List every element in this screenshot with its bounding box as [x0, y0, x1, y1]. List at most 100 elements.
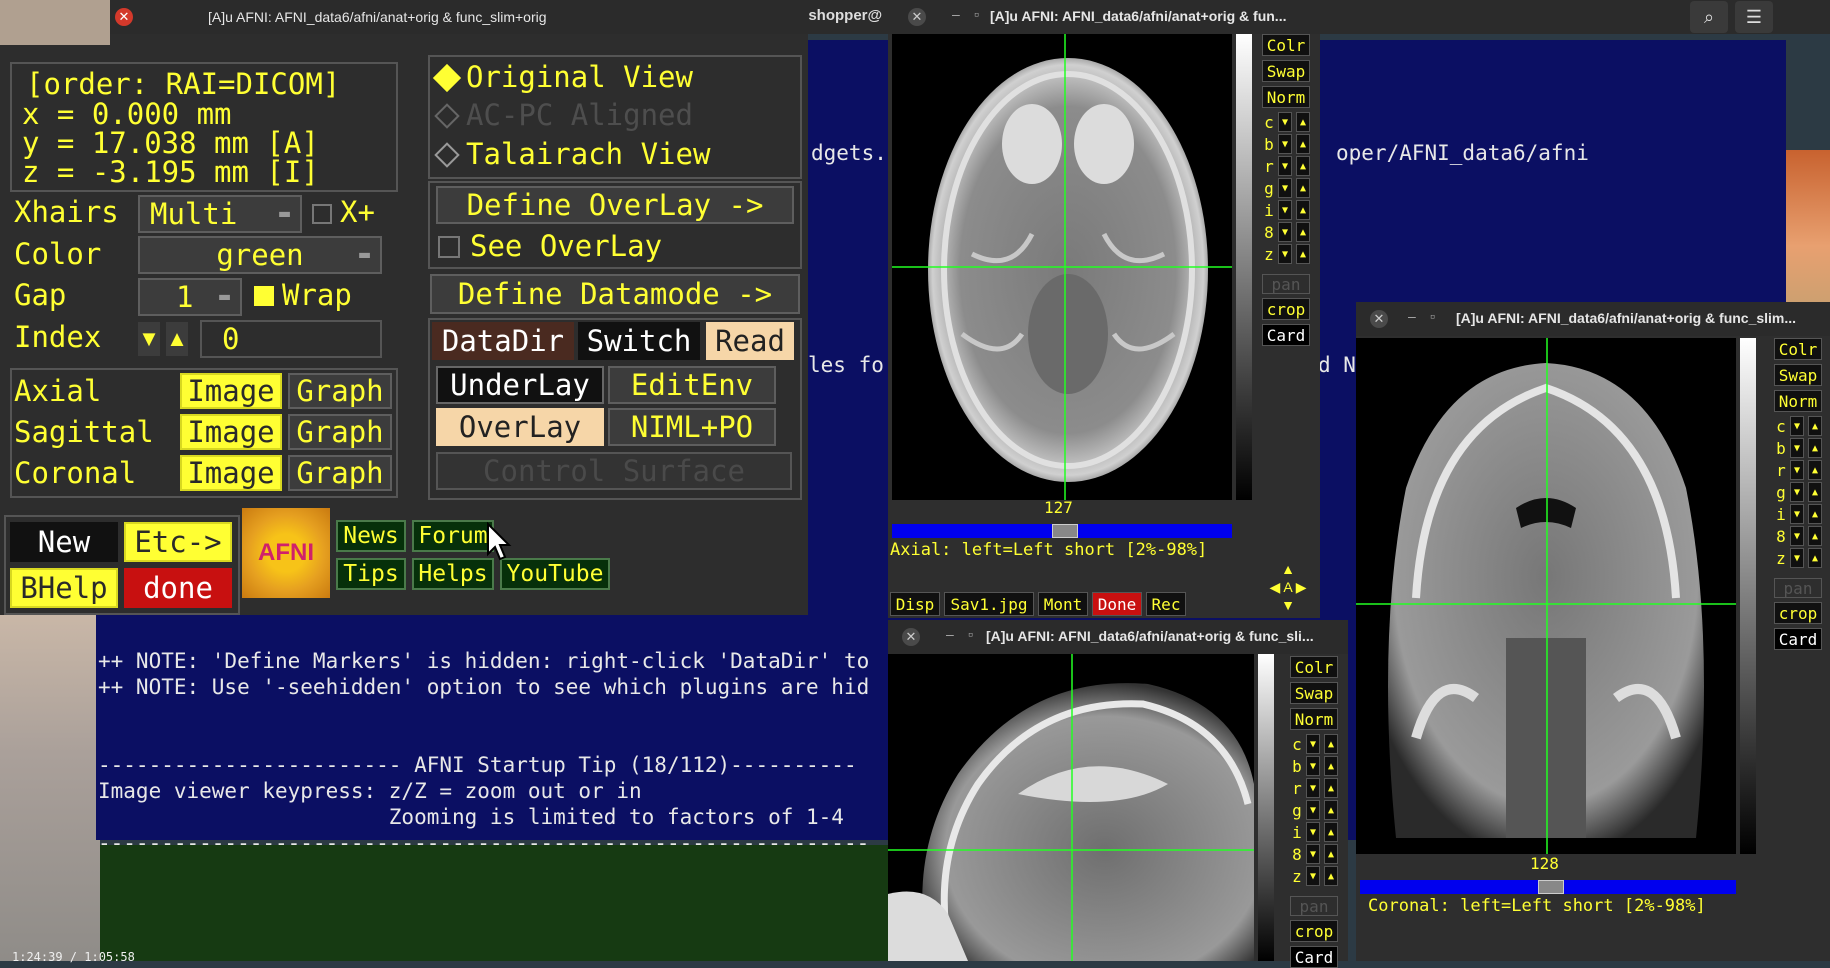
afni-logo[interactable]: AFNI: [242, 508, 330, 598]
sagittal-up-arrow-icon-i[interactable]: ▲: [1324, 822, 1338, 842]
coronal-down-arrow-icon-g[interactable]: ▼: [1790, 482, 1804, 502]
sagittal-up-arrow-icon-z[interactable]: ▲: [1324, 866, 1338, 886]
coronal-swap-button[interactable]: Swap: [1774, 364, 1822, 386]
coronal-up-arrow-icon-r[interactable]: ▲: [1808, 460, 1822, 480]
axial-down-arrow-icon-c[interactable]: ▼: [1278, 112, 1292, 132]
coronal-label-g[interactable]: g: [1774, 482, 1788, 502]
sagittal-label-g[interactable]: g: [1290, 800, 1304, 820]
slider-thumb-icon[interactable]: [1052, 524, 1078, 538]
helps-button[interactable]: Helps: [412, 558, 494, 590]
done-button-axial[interactable]: Done: [1092, 592, 1142, 616]
close-icon[interactable]: ✕: [1370, 310, 1388, 328]
sagittal-label-c[interactable]: c: [1290, 734, 1304, 754]
sagittal-up-arrow-icon-b[interactable]: ▲: [1324, 756, 1338, 776]
coronal-crop-button[interactable]: crop: [1774, 602, 1822, 624]
coronal-down-arrow-icon-b[interactable]: ▼: [1790, 438, 1804, 458]
axial-up-arrow-icon-r[interactable]: ▲: [1296, 156, 1310, 176]
coronal-down-arrow-icon-8[interactable]: ▼: [1790, 526, 1804, 546]
sagittal-image[interactable]: [888, 654, 1254, 961]
axial-down-arrow-icon-i[interactable]: ▼: [1278, 200, 1292, 220]
coronal-colr-button[interactable]: Colr: [1774, 338, 1822, 360]
coronal-up-arrow-icon-c[interactable]: ▲: [1808, 416, 1822, 436]
sagittal-graph-button[interactable]: Graph: [288, 414, 392, 450]
coronal-card-button[interactable]: Card: [1774, 628, 1822, 650]
bhelp-button[interactable]: BHelp: [10, 568, 118, 608]
sav1-button[interactable]: Sav1.jpg: [944, 592, 1034, 616]
sagittal-label-i[interactable]: i: [1290, 822, 1304, 842]
coronal-image-button[interactable]: Image: [180, 455, 282, 491]
coronal-norm-button[interactable]: Norm: [1774, 390, 1822, 412]
sagittal-label-r[interactable]: r: [1290, 778, 1304, 798]
axial-crop-button[interactable]: crop: [1262, 298, 1310, 320]
sagittal-down-arrow-icon-c[interactable]: ▼: [1306, 734, 1320, 754]
slider-thumb-icon[interactable]: [1538, 880, 1564, 894]
coronal-pan-button[interactable]: pan: [1774, 578, 1822, 598]
coronal-label-r[interactable]: r: [1774, 460, 1788, 480]
sagittal-down-arrow-icon-8[interactable]: ▼: [1306, 844, 1320, 864]
disp-button[interactable]: Disp: [890, 592, 940, 616]
sagittal-grayscale-bar[interactable]: [1258, 654, 1274, 961]
coronal-down-arrow-icon-r[interactable]: ▼: [1790, 460, 1804, 480]
axial-image[interactable]: [892, 34, 1232, 500]
minimize-icon[interactable]: –: [952, 6, 960, 22]
coronal-label-z[interactable]: z: [1774, 548, 1788, 568]
sagittal-up-arrow-icon-8[interactable]: ▲: [1324, 844, 1338, 864]
datadir-button[interactable]: DataDir: [432, 322, 574, 360]
forum-button[interactable]: Forum: [412, 520, 494, 552]
sagittal-up-arrow-icon-g[interactable]: ▲: [1324, 800, 1338, 820]
coronal-down-arrow-icon-z[interactable]: ▼: [1790, 548, 1804, 568]
axial-down-arrow-icon-r[interactable]: ▼: [1278, 156, 1292, 176]
see-overlay-checkbox[interactable]: [438, 236, 460, 258]
sagittal-down-arrow-icon-b[interactable]: ▼: [1306, 756, 1320, 776]
axial-label-b[interactable]: b: [1262, 134, 1276, 154]
axial-graph-button[interactable]: Graph: [288, 373, 392, 409]
sagittal-norm-button[interactable]: Norm: [1290, 708, 1338, 730]
axial-norm-button[interactable]: Norm: [1262, 86, 1310, 108]
coronal-up-arrow-icon-b[interactable]: ▲: [1808, 438, 1822, 458]
sagittal-label-z[interactable]: z: [1290, 866, 1304, 886]
editenv-button[interactable]: EditEnv: [608, 366, 776, 404]
menu-icon[interactable]: ☰: [1735, 1, 1773, 33]
axial-label-g[interactable]: g: [1262, 178, 1276, 198]
axial-image-button[interactable]: Image: [180, 373, 282, 409]
coronal-grayscale-bar[interactable]: [1740, 338, 1756, 854]
search-icon[interactable]: ⌕: [1690, 1, 1728, 33]
niml-po-button[interactable]: NIML+PO: [608, 408, 776, 446]
axial-up-arrow-icon-c[interactable]: ▲: [1296, 112, 1310, 132]
axial-down-arrow-icon-b[interactable]: ▼: [1278, 134, 1292, 154]
coronal-slice-slider[interactable]: [1360, 880, 1736, 894]
read-button[interactable]: Read: [706, 322, 794, 360]
axial-colr-button[interactable]: Colr: [1262, 34, 1310, 56]
mont-button[interactable]: Mont: [1038, 592, 1088, 616]
define-overlay-button[interactable]: Define OverLay ->: [436, 186, 794, 224]
axial-up-arrow-icon-i[interactable]: ▲: [1296, 200, 1310, 220]
sagittal-card-button[interactable]: Card: [1290, 946, 1338, 968]
sagittal-swap-button[interactable]: Swap: [1290, 682, 1338, 704]
axial-up-arrow-icon-8[interactable]: ▲: [1296, 222, 1310, 242]
switch-button[interactable]: Switch: [578, 322, 700, 360]
axial-up-arrow-icon-g[interactable]: ▲: [1296, 178, 1310, 198]
sagittal-down-arrow-icon-i[interactable]: ▼: [1306, 822, 1320, 842]
sagittal-image-button[interactable]: Image: [180, 414, 282, 450]
xhairs-menu[interactable]: Multi ▬: [138, 195, 302, 233]
overlay-button[interactable]: OverLay: [436, 408, 604, 446]
sagittal-label-8[interactable]: 8: [1290, 844, 1304, 864]
sagittal-crop-button[interactable]: crop: [1290, 920, 1338, 942]
pan-arrows-icon[interactable]: ▲ ◀ A ▶ ▼: [1258, 560, 1318, 616]
coronal-label-b[interactable]: b: [1774, 438, 1788, 458]
axial-pan-button[interactable]: pan: [1262, 274, 1310, 294]
axial-card-button[interactable]: Card: [1262, 324, 1310, 346]
axial-label-8[interactable]: 8: [1262, 222, 1276, 242]
coronal-image[interactable]: [1356, 338, 1736, 854]
color-menu[interactable]: green ▬: [138, 236, 382, 274]
axial-down-arrow-icon-8[interactable]: ▼: [1278, 222, 1292, 242]
sagittal-down-arrow-icon-r[interactable]: ▼: [1306, 778, 1320, 798]
axial-label-r[interactable]: r: [1262, 156, 1276, 176]
wrap-checkbox[interactable]: [254, 286, 274, 306]
axial-up-arrow-icon-b[interactable]: ▲: [1296, 134, 1310, 154]
news-button[interactable]: News: [336, 520, 406, 552]
youtube-button[interactable]: YouTube: [500, 558, 610, 590]
coronal-down-arrow-icon-c[interactable]: ▼: [1790, 416, 1804, 436]
axial-up-arrow-icon-z[interactable]: ▲: [1296, 244, 1310, 264]
define-datamode-button[interactable]: Define Datamode ->: [430, 274, 800, 314]
